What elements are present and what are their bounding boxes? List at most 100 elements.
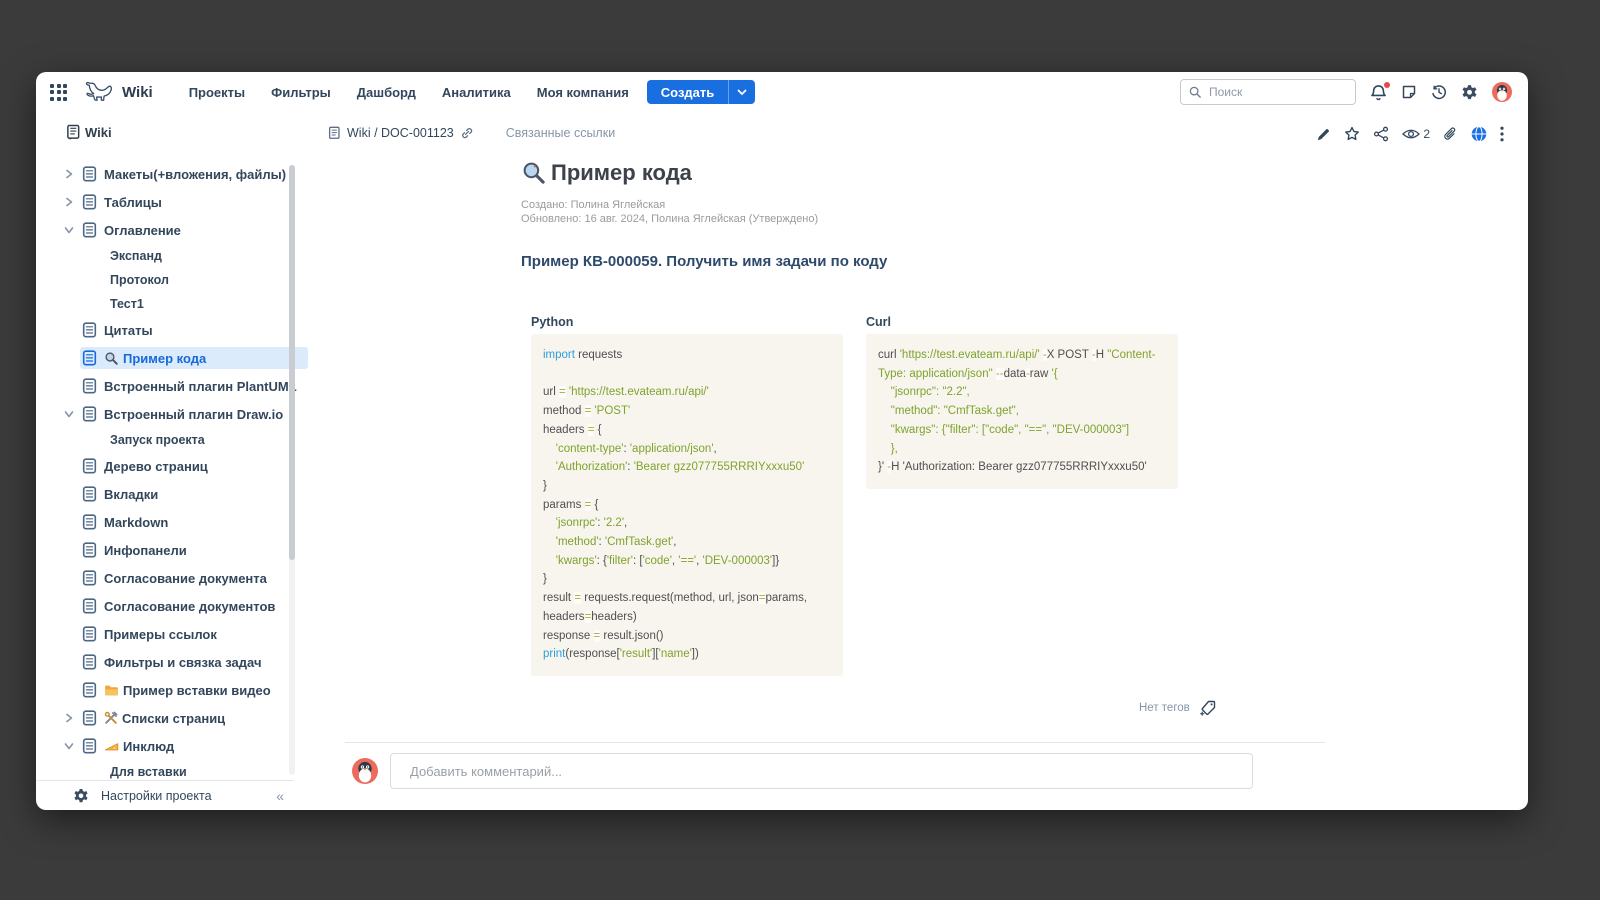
sidebar-item[interactable]: Для вставки <box>36 760 308 781</box>
document-icon <box>82 542 97 558</box>
sidebar-item-label: Фильтры и связка задач <box>104 655 262 670</box>
magnifier-icon <box>104 351 119 366</box>
chevron-down-icon <box>737 89 747 96</box>
create-button[interactable]: Создать <box>647 80 755 104</box>
breadcrumb-text: Wiki / DOC-001123 <box>347 126 454 140</box>
history-icon[interactable] <box>1431 84 1447 100</box>
share-icon[interactable] <box>1373 126 1389 142</box>
code-block-python[interactable]: import requests url = 'https://test.evat… <box>531 334 843 676</box>
document-icon <box>82 458 97 474</box>
document-icon <box>82 194 97 210</box>
sidebar-item[interactable]: Инфопанели <box>36 536 308 564</box>
sidebar-item-label: Вкладки <box>104 487 158 502</box>
page-actions: 2 <box>1316 126 1504 142</box>
collapse-sidebar-button[interactable]: « <box>276 788 284 804</box>
nav-item-4[interactable]: Моя компания <box>537 85 629 100</box>
document-icon <box>82 350 97 366</box>
search-box[interactable] <box>1180 79 1356 105</box>
document-icon <box>82 626 97 642</box>
updated-line: Обновлено: 16 авг. 2024, Полина Яглейска… <box>521 212 818 226</box>
sidebar-item[interactable]: Запуск проекта <box>36 428 308 452</box>
created-line: Создано: Полина Яглейская <box>521 198 818 212</box>
sidebar-item-label: Протокол <box>110 273 169 287</box>
sidebar-item-label: Примеры ссылок <box>104 627 217 642</box>
sidebar-item[interactable]: Экспанд <box>36 244 308 268</box>
project-settings-gear-icon[interactable] <box>73 788 89 804</box>
content-divider <box>345 742 1325 743</box>
related-links-tab[interactable]: Связанные ссылки <box>506 126 615 140</box>
sidebar-item[interactable]: Таблицы <box>36 188 308 216</box>
code-block-curl[interactable]: curl 'https://test.evateam.ru/api/' -X P… <box>866 334 1178 489</box>
sidebar-item[interactable]: Пример вставки видео <box>36 676 308 704</box>
document-icon <box>82 486 97 502</box>
breadcrumb[interactable]: Wiki / DOC-001123 Связанные ссылки <box>328 126 615 140</box>
sidebar-item-label: Инфопанели <box>104 543 187 558</box>
sidebar-item[interactable]: Согласование документа <box>36 564 308 592</box>
settings-icon[interactable] <box>1461 84 1478 101</box>
sidebar-item[interactable]: Макеты(+вложения, файлы) <box>36 160 308 188</box>
more-menu-icon[interactable] <box>1500 126 1504 142</box>
chevron-right-icon[interactable] <box>62 713 76 723</box>
chevron-down-icon[interactable] <box>62 409 76 419</box>
sidebar-item[interactable]: Тест1 <box>36 292 308 316</box>
sidebar-item[interactable]: Списки страниц <box>36 704 308 732</box>
app-window: Wiki Проекты Фильтры Дашборд Аналитика Моя к… <box>36 72 1528 810</box>
create-dropdown-button[interactable] <box>728 80 755 104</box>
attachment-icon[interactable] <box>1443 127 1458 142</box>
search-input[interactable] <box>1207 84 1321 100</box>
page-title: Пример кода <box>521 160 692 186</box>
sidebar-item[interactable]: Цитаты <box>36 316 308 344</box>
edit-icon[interactable] <box>1316 127 1331 142</box>
nav-item-3[interactable]: Аналитика <box>442 85 511 100</box>
scrollbar-thumb[interactable] <box>289 165 295 560</box>
sidebar-item-label: Запуск проекта <box>110 433 205 447</box>
sidebar-item[interactable]: Инклюд <box>36 732 308 760</box>
sidebar-item[interactable]: Markdown <box>36 508 308 536</box>
sidebar-item[interactable]: Примеры ссылок <box>36 620 308 648</box>
public-globe-icon[interactable] <box>1471 126 1487 142</box>
eye-icon <box>1402 128 1420 140</box>
page-meta: Создано: Полина Яглейская Обновлено: 16 … <box>521 198 818 226</box>
chevron-right-icon[interactable] <box>62 197 76 207</box>
sidebar-item-label: Согласование документа <box>104 571 267 586</box>
nav-item-1[interactable]: Фильтры <box>271 85 331 100</box>
comment-input[interactable] <box>390 753 1253 789</box>
sidebar-scrollbar[interactable] <box>289 165 295 775</box>
sidebar-item[interactable]: Фильтры и связка задач <box>36 648 308 676</box>
nav-item-2[interactable]: Дашборд <box>357 85 416 100</box>
sidebar-item[interactable]: Согласование документов <box>36 592 308 620</box>
sidebar-item-label: Пример вставки видео <box>123 683 271 698</box>
document-icon <box>82 406 97 422</box>
sidebar-item[interactable]: Протокол <box>36 268 308 292</box>
magnifier-icon <box>521 160 547 186</box>
chevron-down-icon[interactable] <box>62 225 76 235</box>
user-avatar[interactable] <box>1492 82 1512 102</box>
sidebar-item[interactable]: Пример кода <box>36 344 308 372</box>
sidebar-item-label: Экспанд <box>110 249 162 263</box>
apps-grid-icon[interactable] <box>50 84 67 101</box>
page-title-text: Пример кода <box>551 160 692 186</box>
sidebar-item[interactable]: Встроенный плагин Draw.io <box>36 400 308 428</box>
document-icon <box>82 598 97 614</box>
dino-logo[interactable] <box>85 80 115 104</box>
sidebar-item-label: Согласование документов <box>104 599 275 614</box>
link-icon[interactable] <box>460 126 474 140</box>
sidebar-header[interactable]: Wiki <box>36 112 308 144</box>
sidebar-item[interactable]: Вкладки <box>36 480 308 508</box>
chevron-down-icon[interactable] <box>62 741 76 751</box>
document-icon <box>82 322 97 338</box>
sidebar-item[interactable]: Дерево страниц <box>36 452 308 480</box>
sidebar-item[interactable]: Встроенный плагин PlantUML <box>36 372 308 400</box>
favorite-star-icon[interactable] <box>1344 126 1360 142</box>
views-counter[interactable]: 2 <box>1402 127 1430 141</box>
project-settings-label[interactable]: Настройки проекта <box>101 789 212 803</box>
notifications-icon[interactable] <box>1370 84 1387 101</box>
document-icon <box>328 126 341 140</box>
sidebar-item-label: Markdown <box>104 515 168 530</box>
note-icon[interactable] <box>1401 84 1417 100</box>
sidebar-item[interactable]: Оглавление <box>36 216 308 244</box>
chevron-right-icon[interactable] <box>62 169 76 179</box>
nav-item-0[interactable]: Проекты <box>189 85 245 100</box>
wiki-book-icon <box>66 124 81 140</box>
add-tag-icon[interactable] <box>1199 700 1217 716</box>
